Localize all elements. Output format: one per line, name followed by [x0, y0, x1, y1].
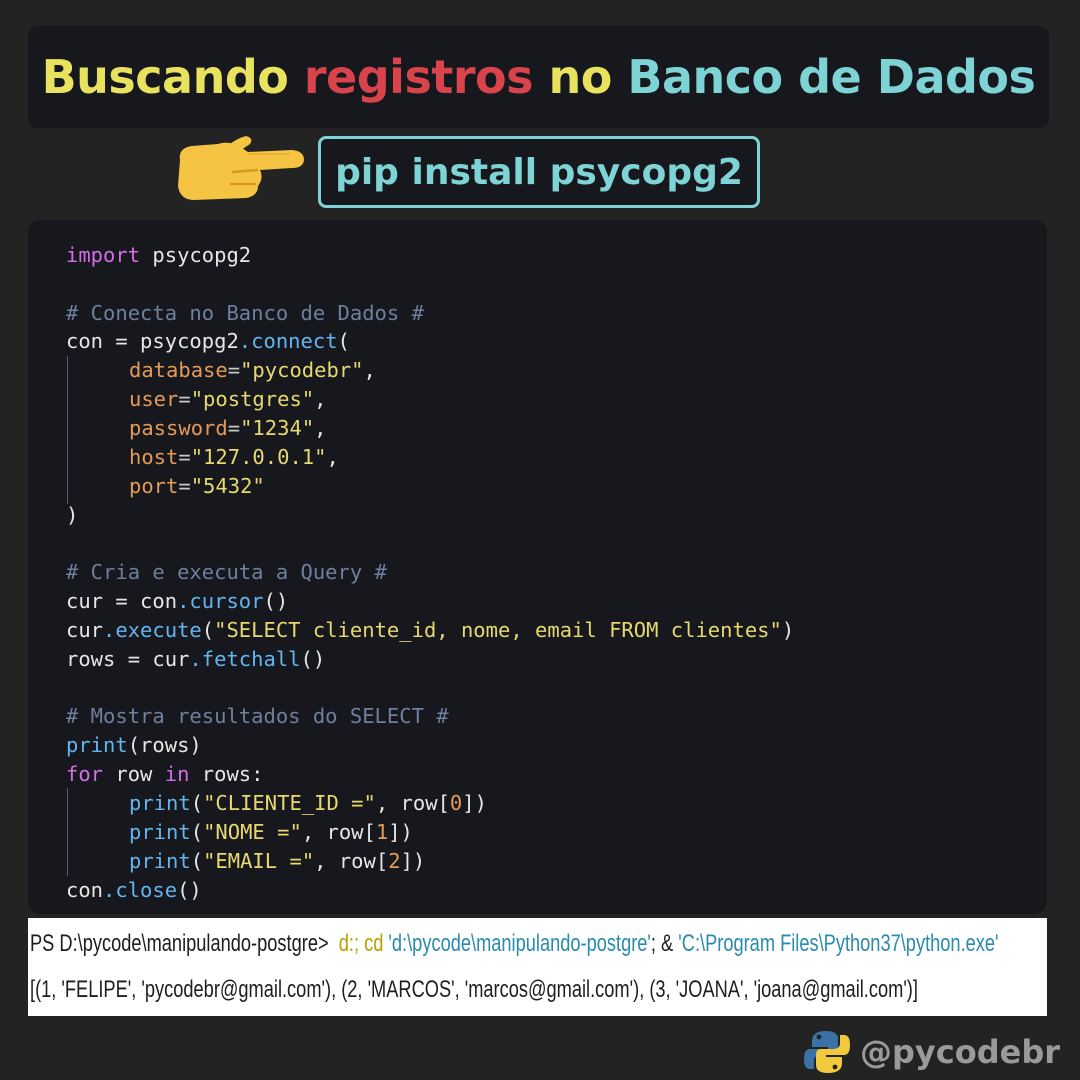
code-line-21: print("NOME =", row[1]) [129, 820, 413, 844]
code-line-7: password="1234", [129, 416, 327, 440]
footer-handle: @pycodebr [859, 1033, 1060, 1071]
code-line-14: cur.execute("SELECT cliente_id, nome, em… [66, 618, 795, 642]
title-part-1: Buscando [41, 50, 304, 104]
code-line-9: port="5432" [129, 474, 265, 498]
code-line-23: con.close() [66, 878, 202, 902]
code-line-10: ) [66, 503, 79, 527]
code-line-1: import psycopg2 [66, 243, 252, 267]
indent-guide [67, 788, 68, 876]
code-line-4: con = psycopg2.connect( [66, 329, 350, 353]
code-line-6: user="postgres", [129, 387, 327, 411]
pointing-hand-icon [178, 136, 304, 200]
code-line-22: print("EMAIL =", row[2]) [129, 849, 426, 873]
code-line-13: cur = con.cursor() [66, 589, 289, 613]
title-part-4: Banco de Dados [627, 50, 1036, 104]
install-command-box: pip install psycopg2 [318, 136, 760, 208]
code-comment: # Cria e executa a Query # [66, 560, 387, 584]
terminal-output: PS D:\pycode\manipulando-postgre> d:; cd… [28, 918, 1047, 1016]
code-editor: import psycopg2 # Conecta no Banco de Da… [28, 220, 1047, 914]
code-line-15: rows = cur.fetchall() [66, 647, 326, 671]
title-banner: Buscando registros no Banco de Dados [28, 26, 1049, 128]
code-line-20: print("CLIENTE_ID =", row[0]) [129, 791, 487, 815]
title-part-3: no [533, 50, 628, 104]
indent-guide [67, 356, 68, 504]
code-comment: # Mostra resultados do SELECT # [66, 704, 449, 728]
page-title: Buscando registros no Banco de Dados [42, 50, 1036, 104]
code-line-8: host="127.0.0.1", [129, 445, 339, 469]
terminal-command-line: PS D:\pycode\manipulando-postgre> d:; cd… [30, 930, 999, 957]
title-part-2: registros [303, 50, 534, 104]
python-logo-icon [803, 1031, 850, 1073]
code-line-5: database="pycodebr", [129, 358, 376, 382]
code-comment: # Conecta no Banco de Dados # [66, 301, 424, 325]
terminal-result-line: [(1, 'FELIPE', 'pycodebr@gmail.com'), (2… [30, 976, 918, 1003]
footer-brand: @pycodebr [803, 1028, 1060, 1076]
code-line-18: print(rows) [66, 733, 202, 757]
code-line-19: for row in rows: [66, 762, 264, 786]
